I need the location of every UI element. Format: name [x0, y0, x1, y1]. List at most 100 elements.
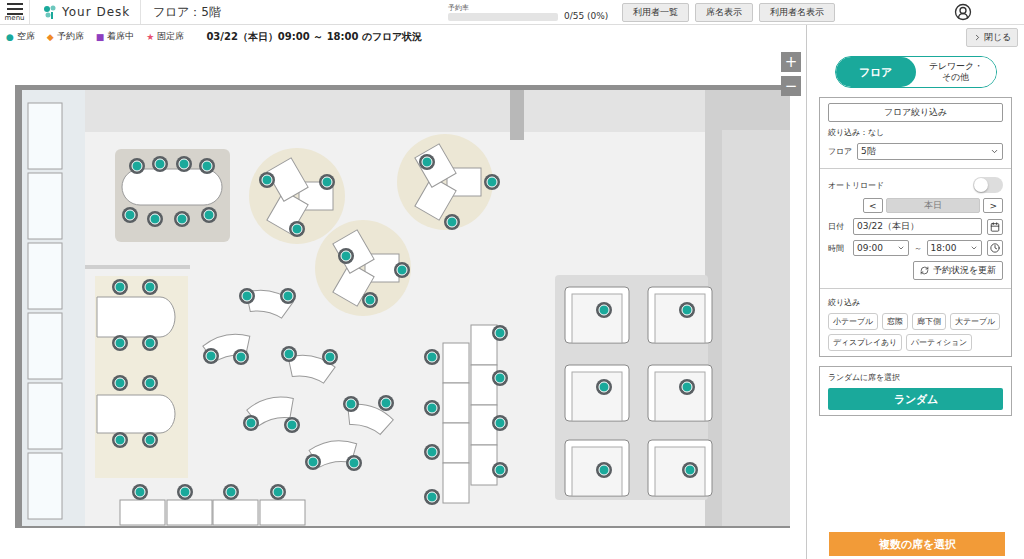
- menu-button[interactable]: menu: [0, 0, 30, 24]
- multi-select-button[interactable]: 複数の席を選択: [829, 532, 1005, 556]
- prev-day-button[interactable]: <: [863, 198, 883, 213]
- seat[interactable]: [378, 395, 394, 411]
- seat[interactable]: [362, 292, 378, 308]
- seat[interactable]: [289, 221, 305, 237]
- desk: [333, 230, 374, 273]
- floor-select[interactable]: 5階: [857, 143, 1003, 160]
- seat[interactable]: [679, 379, 695, 395]
- seat[interactable]: [596, 379, 612, 395]
- seat[interactable]: [305, 454, 321, 470]
- filter-tag[interactable]: 窓際: [882, 313, 908, 330]
- seat[interactable]: [492, 370, 508, 386]
- seat[interactable]: [394, 262, 410, 278]
- desk: [120, 500, 165, 525]
- header-button[interactable]: 席名表示: [695, 3, 753, 22]
- seat[interactable]: [596, 302, 612, 318]
- corridor-floor: [722, 130, 790, 526]
- seat[interactable]: [259, 172, 275, 188]
- seat[interactable]: [112, 432, 128, 448]
- seat[interactable]: [343, 396, 359, 412]
- seat[interactable]: [281, 346, 297, 362]
- floor-filter-button[interactable]: フロア絞り込み: [828, 103, 1003, 122]
- seat[interactable]: [682, 462, 698, 478]
- zoom-button[interactable]: +: [781, 52, 801, 72]
- seat[interactable]: [239, 288, 255, 304]
- tab[interactable]: フロア: [836, 57, 916, 87]
- seat[interactable]: [152, 156, 168, 172]
- user-button[interactable]: [954, 3, 972, 21]
- seat[interactable]: [338, 248, 354, 264]
- side-panel: 閉じるフロアテレワーク・その他フロア絞り込み絞り込み：なしフロア5階オートリロー…: [806, 25, 1024, 559]
- filter-tag[interactable]: パーティション: [906, 334, 972, 351]
- seat[interactable]: [322, 349, 338, 365]
- floor-area: ●空席◆予約席■着席中★固定席03/22（本日）09:00 ～ 18:00 のフ…: [0, 25, 806, 559]
- header-buttons: 利用者一覧席名表示利用者名表示: [622, 3, 835, 22]
- floor-title: フロア：5階: [153, 4, 221, 21]
- seat[interactable]: [129, 158, 145, 174]
- refresh-button[interactable]: 予約状況を更新: [913, 261, 1003, 280]
- seat[interactable]: [199, 158, 215, 174]
- seat[interactable]: [444, 214, 460, 230]
- today-button[interactable]: 本日: [886, 198, 981, 213]
- start-time-select[interactable]: 09:00: [853, 240, 909, 256]
- seat[interactable]: [424, 444, 440, 460]
- filter-tag[interactable]: 大テーブル: [950, 313, 1000, 330]
- seat[interactable]: [243, 415, 259, 431]
- seat[interactable]: [492, 462, 508, 478]
- filter-tag[interactable]: ディスプレイあり: [828, 334, 902, 351]
- filter-tag[interactable]: 廊下側: [912, 313, 946, 330]
- seat[interactable]: [492, 325, 508, 341]
- seat[interactable]: [492, 415, 508, 431]
- seat[interactable]: [142, 432, 158, 448]
- close-button[interactable]: 閉じる: [966, 28, 1018, 47]
- seat[interactable]: [424, 349, 440, 365]
- header-button[interactable]: 利用者名表示: [759, 3, 835, 22]
- seat[interactable]: [484, 174, 500, 190]
- seat[interactable]: [142, 279, 158, 295]
- seat[interactable]: [424, 489, 440, 505]
- zoom-button[interactable]: −: [781, 76, 801, 96]
- seat[interactable]: [319, 174, 335, 190]
- seat[interactable]: [679, 302, 695, 318]
- back-wall: [85, 90, 705, 132]
- seat[interactable]: [270, 484, 286, 500]
- top-bar: menuYour Deskフロア：5階予約率0/55 (0%)利用者一覧席名表示…: [0, 0, 1024, 25]
- chevron-down-icon: [897, 244, 905, 252]
- seat[interactable]: [424, 400, 440, 416]
- floor-canvas[interactable]: +−: [0, 48, 806, 559]
- desk: [443, 383, 469, 423]
- header-button[interactable]: 利用者一覧: [622, 3, 689, 22]
- seat[interactable]: [112, 335, 128, 351]
- seat[interactable]: [142, 335, 158, 351]
- clock-button[interactable]: [987, 240, 1003, 256]
- seat[interactable]: [203, 348, 219, 364]
- seat[interactable]: [142, 375, 158, 391]
- cluster-zone: [397, 134, 493, 230]
- seat[interactable]: [419, 154, 435, 170]
- tab[interactable]: テレワーク・その他: [916, 57, 996, 87]
- seat[interactable]: [233, 349, 249, 365]
- seat[interactable]: [132, 484, 148, 500]
- seat[interactable]: [122, 207, 138, 223]
- seat[interactable]: [176, 156, 192, 172]
- seat[interactable]: [112, 279, 128, 295]
- filter-tag[interactable]: 小テーブル: [828, 313, 878, 330]
- seat[interactable]: [596, 462, 612, 478]
- calendar-button[interactable]: [987, 219, 1003, 235]
- seat[interactable]: [223, 484, 239, 500]
- end-time-select[interactable]: 18:00: [927, 240, 983, 256]
- seat[interactable]: [201, 207, 217, 223]
- seat[interactable]: [177, 484, 193, 500]
- date-field[interactable]: 03/22（本日）: [853, 218, 982, 235]
- seat[interactable]: [147, 211, 163, 227]
- seat[interactable]: [280, 288, 296, 304]
- seat[interactable]: [284, 417, 300, 433]
- seat[interactable]: [112, 375, 128, 391]
- auto-reload-toggle[interactable]: [973, 177, 1003, 193]
- random-button[interactable]: ランダム: [828, 388, 1003, 410]
- corridor: [705, 90, 790, 526]
- menu-label: menu: [5, 15, 25, 22]
- seat[interactable]: [174, 211, 190, 227]
- next-day-button[interactable]: >: [983, 198, 1003, 213]
- seat[interactable]: [346, 455, 362, 471]
